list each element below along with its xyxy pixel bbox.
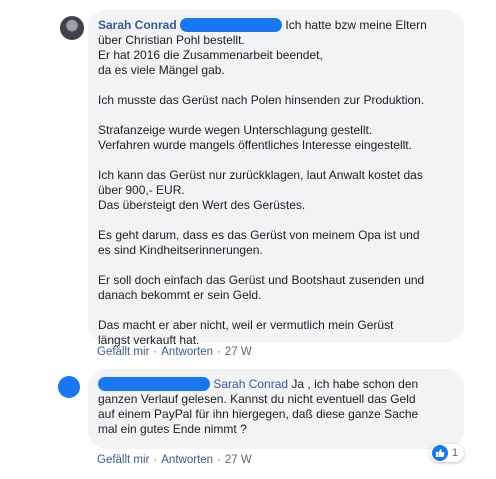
redacted-name[interactable] [98, 377, 210, 391]
comment-timestamp[interactable]: 27 W [225, 346, 252, 358]
comment-actions: Gefällt mir · Antworten · 27 W [97, 454, 252, 466]
commenter-avatar[interactable] [60, 16, 84, 40]
comment-paragraph: Ich kann das Gerüst nur zurückklagen, la… [98, 168, 423, 212]
commenter-avatar[interactable] [58, 376, 80, 398]
comment-bubble: Sarah Conrad Ja , ich habe schon den gan… [88, 369, 464, 449]
comment-bubble: Sarah Conrad Ich hatte bzw meine Eltern … [88, 10, 464, 347]
like-icon [432, 445, 448, 461]
comment-paragraph: Strafanzeige wurde wegen Unterschlagung … [98, 123, 412, 152]
comment-paragraph: Ich musste das Gerüst nach Polen hinsend… [98, 93, 425, 107]
comment-paragraph: Es geht darum, dass es das Gerüst von me… [98, 228, 420, 257]
reply-button[interactable]: Antworten [161, 346, 213, 358]
reaction-count[interactable]: 1 [430, 444, 465, 462]
like-button[interactable]: Gefällt mir [97, 454, 149, 466]
reaction-number: 1 [452, 447, 459, 459]
comment-timestamp[interactable]: 27 W [225, 454, 252, 466]
comment-paragraph: Sarah Conrad Ich hatte bzw meine Eltern … [98, 18, 454, 78]
comment-paragraph: Das macht er aber nicht, weil er vermutl… [98, 318, 394, 347]
mention-link[interactable]: Sarah Conrad [213, 377, 288, 391]
redacted-name [180, 18, 283, 32]
comment-paragraph: Sarah Conrad Ja , ich habe schon den gan… [98, 377, 454, 437]
comment-author-link[interactable]: Sarah Conrad [98, 18, 177, 32]
like-button[interactable]: Gefällt mir [97, 346, 149, 358]
reply-button[interactable]: Antworten [161, 454, 213, 466]
comment-paragraph: Er soll doch einfach das Gerüst und Boot… [98, 273, 425, 302]
comment-actions: Gefällt mir · Antworten · 27 W [97, 346, 252, 358]
